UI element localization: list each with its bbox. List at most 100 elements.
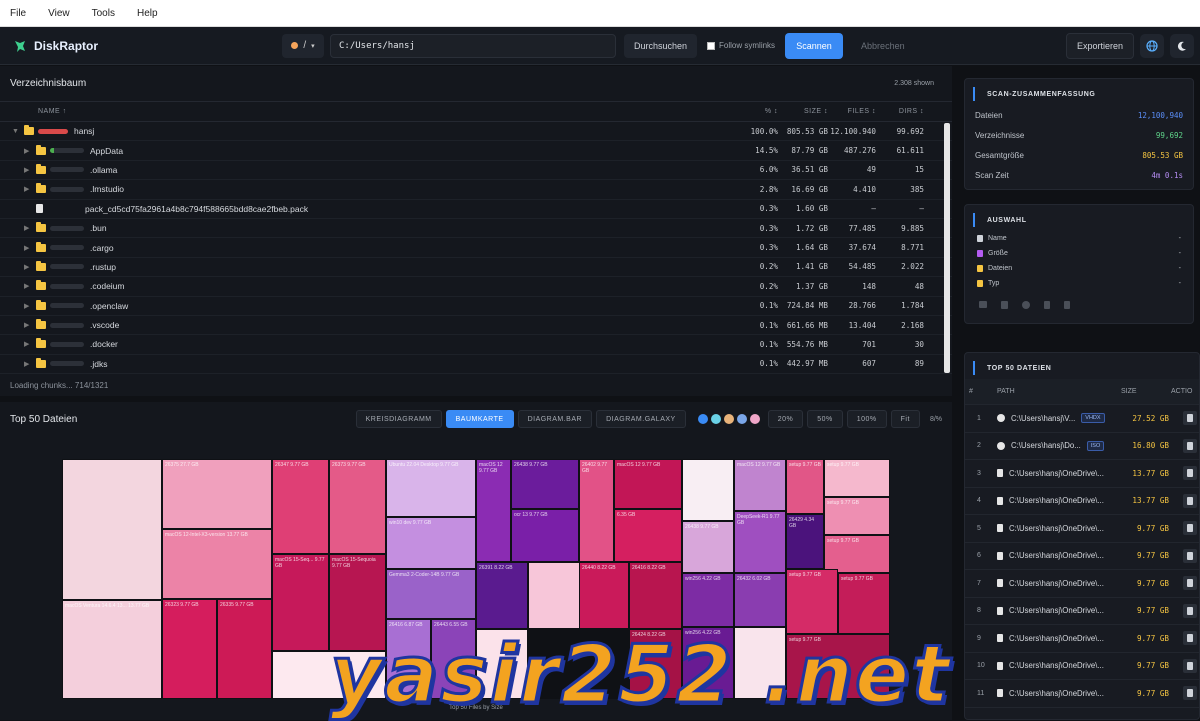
treemap-cell[interactable]: 26429 4.34 GB — [786, 514, 824, 569]
top50-row[interactable]: 8 C:\Users\hansj\OneDrive\... 9.77 GB — [965, 598, 1199, 625]
palette-swatch[interactable] — [723, 414, 734, 424]
top50-row[interactable]: 11 C:\Users\hansj\OneDrive\... 9.77 GB — [965, 680, 1199, 708]
tree-row[interactable]: ▶ .jdks 0.1% 442.97 MB 607 89 — [0, 355, 952, 375]
tree-row[interactable]: ▶ .bun 0.3% 1.72 GB 77.485 9.885 — [0, 219, 952, 239]
tree-row[interactable]: ▶ .docker 0.1% 554.76 MB 701 30 — [0, 335, 952, 355]
info-icon[interactable] — [1022, 301, 1030, 309]
col-pct[interactable]: % ↕ — [740, 108, 778, 115]
treemap-cell[interactable]: 26402 9.77 GB — [579, 459, 614, 562]
treemap-cell[interactable]: setup 9.77 GB — [824, 459, 890, 497]
treemap-cell[interactable]: 26440 8.22 GB — [579, 562, 629, 629]
moon-icon[interactable] — [1170, 33, 1194, 58]
treemap-cell[interactable]: setup 9.77 GB — [786, 459, 824, 514]
treemap-cell[interactable]: 26335 9.77 GB — [217, 599, 272, 699]
palette-swatch[interactable] — [736, 414, 747, 424]
scan-button[interactable]: Scannen — [785, 32, 844, 59]
treemap-cell[interactable]: Ubuntu 22.04 Desktop 9.77 GB — [386, 459, 476, 517]
path-input[interactable]: C:/Users/hansj — [330, 33, 616, 58]
treemap-cell[interactable] — [62, 459, 162, 600]
treemap-cell[interactable]: 26323 9.77 GB — [162, 599, 217, 699]
treemap-cell[interactable]: setup 9.77 GB — [824, 535, 890, 573]
browse-button[interactable]: Durchsuchen — [624, 33, 698, 58]
delete-button[interactable] — [1183, 658, 1197, 673]
menu-file[interactable]: File — [10, 8, 26, 19]
chevron-right-icon[interactable]: ▶ — [24, 360, 36, 368]
top50-row[interactable]: 3 C:\Users\hansj\OneDrive\... 13.77 GB — [965, 460, 1199, 488]
chevron-right-icon[interactable]: ▶ — [24, 147, 36, 155]
tree-row[interactable]: ▶ .lmstudio 2.8% 16.69 GB 4.410 385 — [0, 180, 952, 200]
top50-row[interactable]: 1 C:\Users\hansj\V... VHDX 27.52 GB — [965, 405, 1199, 433]
delete-button[interactable] — [1183, 686, 1197, 701]
treemap-cell[interactable]: setup 9.77 GB — [824, 497, 890, 535]
top50-row[interactable]: 6 C:\Users\hansj\OneDrive\... 9.77 GB — [965, 543, 1199, 570]
tree-row[interactable]: ▶ .ollama 6.0% 36.51 GB 49 15 — [0, 161, 952, 181]
file-icon[interactable] — [1044, 301, 1050, 309]
delete-button[interactable] — [1183, 438, 1197, 453]
globe-icon[interactable] — [1140, 33, 1164, 58]
treemap-cell[interactable]: Gemma3 2-Coder-14B 9.77 GB — [386, 569, 476, 619]
tab-diagram-bar[interactable]: DIAGRAM.BAR — [517, 410, 593, 428]
zoom-fit[interactable]: Fit — [890, 410, 920, 428]
checkbox[interactable] — [707, 41, 716, 50]
export-button[interactable]: Exportieren — [1065, 32, 1134, 59]
treemap-cell[interactable]: DeepSeek-R1 9.77 GB — [734, 511, 786, 573]
treemap-cell[interactable]: win10 dev 9.77 GB — [386, 517, 476, 569]
menu-view[interactable]: View — [48, 8, 70, 19]
treemap-cell[interactable]: macOS 15-Seq... 9.77 GB — [272, 554, 329, 651]
root-selector[interactable]: / ▾ — [282, 33, 324, 58]
col-dirs[interactable]: DIRS ↕ — [876, 108, 924, 115]
tree-scrollbar[interactable] — [944, 123, 950, 373]
follow-symlinks-toggle[interactable]: Follow symlinks — [707, 41, 775, 50]
chevron-down-icon[interactable]: ▼ — [12, 128, 24, 135]
treemap-cell[interactable]: setup 9.77 GB — [786, 569, 838, 634]
chevron-right-icon[interactable]: ▶ — [24, 340, 36, 348]
menu-tools[interactable]: Tools — [92, 8, 115, 19]
treemap-cell[interactable]: 26438 9.77 GB — [511, 459, 579, 509]
treemap-cell[interactable]: 26375 27.7 GB — [162, 459, 272, 529]
tree-row[interactable]: ▶ .rustup 0.2% 1.41 GB 54.485 2.022 — [0, 258, 952, 278]
zoom-20[interactable]: 20% — [767, 410, 804, 428]
treemap-cell[interactable]: 26438 9.77 GB — [682, 521, 734, 573]
col-path[interactable]: PATH — [997, 388, 1121, 395]
top50-row[interactable]: 4 C:\Users\hansj\OneDrive\... 13.77 GB — [965, 488, 1199, 515]
treemap-cell[interactable]: ocr 13 9.77 GB — [511, 509, 579, 562]
tab-baumkarte[interactable]: BAUMKARTE — [445, 410, 514, 428]
palette-swatch[interactable] — [710, 414, 721, 424]
treemap-cell[interactable] — [682, 459, 734, 521]
treemap-cell[interactable]: 26432 6.02 GB — [734, 573, 786, 627]
treemap-cell[interactable]: macOS 12 9.77 GB — [734, 459, 786, 511]
delete-button[interactable] — [1183, 548, 1197, 563]
delete-button[interactable] — [1183, 603, 1197, 618]
palette-swatch[interactable] — [697, 414, 708, 424]
tree-row[interactable]: ▶ .cargo 0.3% 1.64 GB 37.674 8.771 — [0, 238, 952, 258]
treemap-cell[interactable]: 26347 9.77 GB — [272, 459, 329, 554]
tree-row[interactable]: ▼ hansj 100.0% 805.53 GB 12.100.940 99.692 — [0, 122, 952, 142]
zoom-100[interactable]: 100% — [846, 410, 887, 428]
tree-row[interactable]: pack_cd5cd75fa2961a4b8c794f588665bdd8cae… — [0, 200, 952, 219]
col-files[interactable]: FILES ↕ — [828, 108, 876, 115]
chevron-right-icon[interactable]: ▶ — [24, 282, 36, 290]
open-folder-icon[interactable] — [979, 301, 987, 308]
chevron-right-icon[interactable]: ▶ — [24, 302, 36, 310]
tree-row[interactable]: ▶ AppData 14.5% 87.79 GB 487.276 61.611 — [0, 141, 952, 161]
chevron-right-icon[interactable]: ▶ — [24, 166, 36, 174]
treemap-cell[interactable]: macOS 12-Intel-X3-version 13.77 GB — [162, 529, 272, 599]
chevron-right-icon[interactable]: ▶ — [24, 321, 36, 329]
top50-row[interactable]: 5 C:\Users\hansj\OneDrive\... 9.77 GB — [965, 515, 1199, 543]
treemap-cell[interactable]: 26391 8.22 GB — [476, 562, 528, 629]
zoom-50[interactable]: 50% — [807, 410, 843, 428]
delete-button[interactable] — [1183, 521, 1197, 536]
col-top-size[interactable]: SIZE — [1121, 388, 1171, 395]
top50-row[interactable]: 10 C:\Users\hansj\OneDrive\... 9.77 GB — [965, 653, 1199, 680]
top50-row[interactable]: 9 C:\Users\hansj\OneDrive\... 9.77 GB — [965, 625, 1199, 653]
cancel-button[interactable]: Abbrechen — [851, 34, 915, 58]
palette-swatch[interactable] — [749, 414, 760, 424]
tab-kreisdiagramm[interactable]: KREISDIAGRAMM — [355, 410, 442, 428]
tree-row[interactable]: ▶ .codeium 0.2% 1.37 GB 148 48 — [0, 277, 952, 297]
treemap-cell[interactable]: macOS 12 9.77 GB — [614, 459, 682, 509]
treemap-cell[interactable] — [528, 562, 580, 629]
delete-button[interactable] — [1183, 631, 1197, 646]
chevron-right-icon[interactable]: ▶ — [24, 224, 36, 232]
chevron-right-icon[interactable]: ▶ — [24, 263, 36, 271]
col-name[interactable]: NAME ↑ — [0, 108, 740, 115]
